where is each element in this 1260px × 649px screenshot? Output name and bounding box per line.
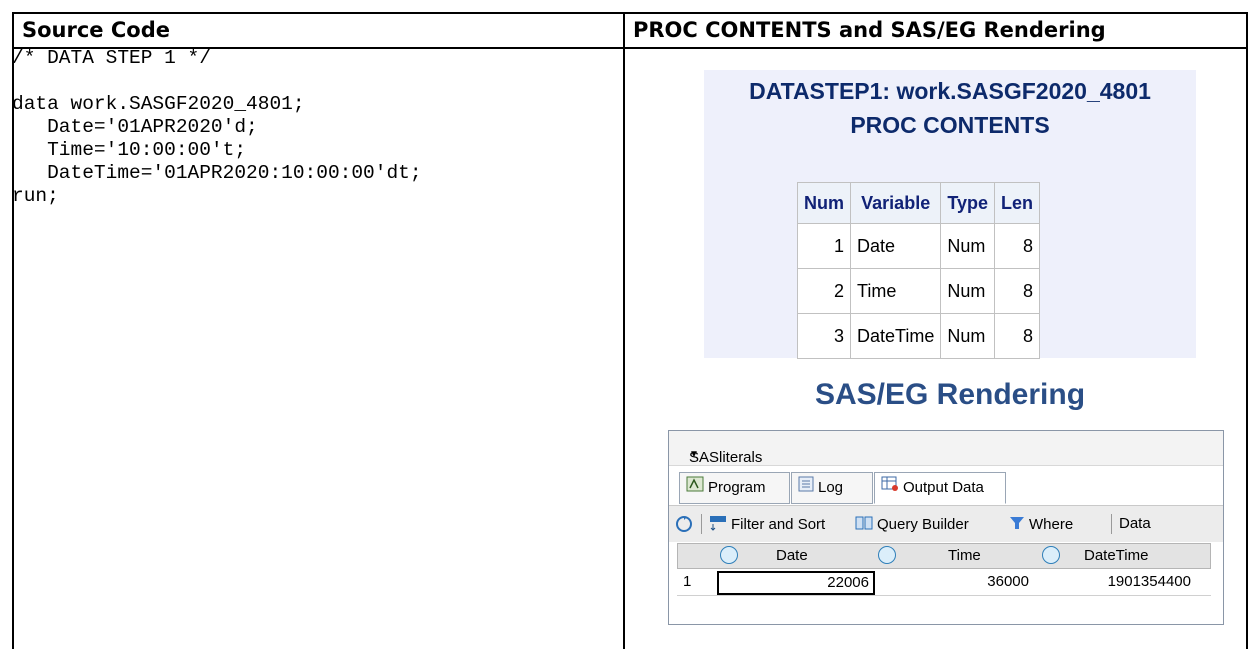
project-label: SASliterals xyxy=(689,449,763,466)
program-icon xyxy=(686,473,704,503)
query-builder-icon xyxy=(855,515,873,535)
table-row: 3 DateTime Num 8 xyxy=(797,313,1041,359)
where-button[interactable]: Where xyxy=(1009,515,1073,535)
code-line: Time='10:00:00't; xyxy=(12,139,247,161)
cell-time[interactable]: 36000 xyxy=(877,573,1029,590)
source-code-block: /* DATA STEP 1 */ data work.SASGF2020_480… xyxy=(12,47,422,208)
proc-contents-subtitle: PROC CONTENTS xyxy=(850,112,1050,138)
cell-num: 3 xyxy=(797,313,851,359)
sas-eg-window: SASliterals ▼ Program Log Output Data Fi… xyxy=(668,430,1224,625)
project-bar: SASliterals ▼ xyxy=(669,431,1223,466)
dropdown-arrow-icon: ▼ xyxy=(689,449,699,460)
tab-output-data-label: Output Data xyxy=(903,479,984,496)
tab-program-label: Program xyxy=(708,479,766,496)
where-label: Where xyxy=(1029,515,1074,533)
query-builder-button[interactable]: Query Builder xyxy=(855,515,969,535)
column-header-date-label: Date xyxy=(776,547,808,564)
code-line: run; xyxy=(12,185,59,207)
header-source-code: Source Code xyxy=(12,12,625,49)
tab-log[interactable]: Log xyxy=(791,472,873,504)
col-len: Len xyxy=(994,182,1041,224)
code-line: /* DATA STEP 1 */ xyxy=(12,47,211,69)
toolbar-separator xyxy=(701,514,702,534)
code-line: DateTime='01APR2020:10:00:00'dt; xyxy=(12,162,422,184)
col-num: Num xyxy=(797,182,851,224)
eg-rendering-title: SAS/EG Rendering xyxy=(814,378,1086,411)
cell-len: 8 xyxy=(994,268,1041,314)
cell-variable: Date xyxy=(849,223,942,269)
col-variable: Variable xyxy=(849,182,942,224)
proc-contents-table: Num Variable Type Len 1 Date Num 8 2 Tim… xyxy=(797,182,1041,359)
col-type: Type xyxy=(940,182,996,224)
numeric-column-icon xyxy=(1042,546,1060,565)
funnel-icon xyxy=(1009,515,1025,535)
refresh-icon[interactable] xyxy=(675,515,693,537)
divider-right xyxy=(1246,49,1248,649)
column-header-datetime-label: DateTime xyxy=(1084,547,1149,564)
data-toolbar: Filter and Sort Query Builder Where Data xyxy=(669,505,1223,542)
cell-datetime[interactable]: 1901354400 xyxy=(1033,573,1191,590)
column-header-time[interactable]: Time xyxy=(878,544,981,568)
numeric-column-icon xyxy=(720,546,738,565)
cell-variable: Time xyxy=(849,268,942,314)
divider-middle xyxy=(623,49,625,649)
filter-sort-label: Filter and Sort xyxy=(731,515,826,533)
code-line: Date='01APR2020'd; xyxy=(12,116,258,138)
tab-output-data[interactable]: Output Data xyxy=(874,472,1006,504)
tab-program[interactable]: Program xyxy=(679,472,790,504)
data-menu-button[interactable]: Data xyxy=(1119,515,1151,532)
numeric-column-icon xyxy=(878,546,896,565)
row-index: 1 xyxy=(683,573,692,590)
toolbar-separator xyxy=(1111,514,1112,534)
header-proc-contents: PROC CONTENTS and SAS/EG Rendering xyxy=(623,12,1248,49)
column-header-datetime[interactable]: DateTime xyxy=(1042,544,1148,568)
filter-sort-icon xyxy=(709,515,727,535)
output-data-icon xyxy=(881,473,899,503)
filter-sort-button[interactable]: Filter and Sort xyxy=(709,515,825,535)
cell-len: 8 xyxy=(994,223,1041,269)
proc-contents-title: DATASTEP1: work.SASGF2020_4801 xyxy=(749,78,1151,104)
cell-type: Num xyxy=(940,223,996,269)
cell-type: Num xyxy=(940,313,996,359)
cell-type: Num xyxy=(940,268,996,314)
cell-num: 2 xyxy=(797,268,851,314)
cell-num: 1 xyxy=(797,223,851,269)
table-row: 2 Time Num 8 xyxy=(797,268,1041,314)
table-header-row: Num Variable Type Len xyxy=(797,182,1041,224)
cell-len: 8 xyxy=(994,313,1041,359)
column-header-time-label: Time xyxy=(948,547,981,564)
code-line: data work.SASGF2020_4801; xyxy=(12,93,305,115)
grid-header: Date Time DateTime xyxy=(677,543,1211,569)
table-row: 1 22006 36000 1901354400 xyxy=(677,571,1211,596)
cell-date[interactable]: 22006 xyxy=(717,571,875,595)
cell-variable: DateTime xyxy=(849,313,942,359)
column-header-date[interactable]: Date xyxy=(720,544,808,568)
log-icon xyxy=(798,473,814,503)
query-builder-label: Query Builder xyxy=(877,515,969,533)
table-row: 1 Date Num 8 xyxy=(797,223,1041,269)
tab-log-label: Log xyxy=(818,479,844,496)
